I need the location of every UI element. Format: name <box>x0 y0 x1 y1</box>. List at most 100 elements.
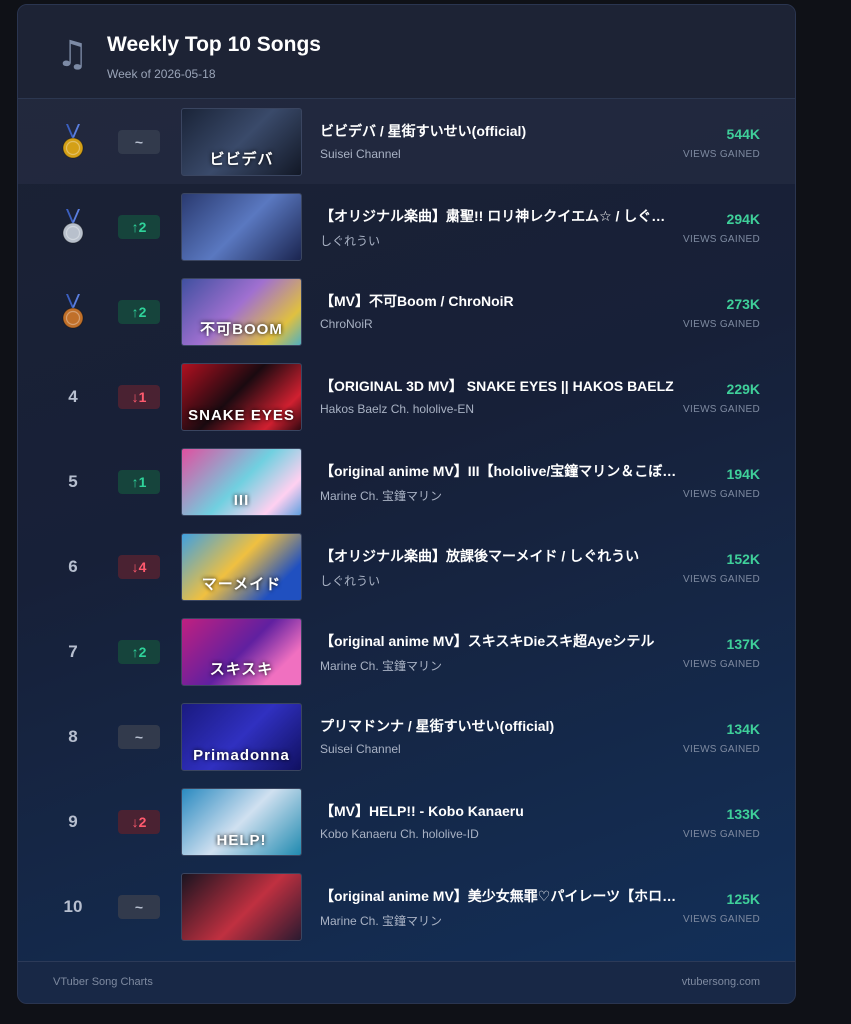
channel-name[interactable]: しぐれうい <box>320 232 380 249</box>
thumbnail-caption: SNAKE EYES <box>188 407 295 424</box>
song-row[interactable]: ~ ビビデバ ビビデバ / 星街すいせい(official) Suisei Chann… <box>18 99 795 184</box>
song-title-link[interactable]: 【オリジナル楽曲】放課後マーメイド / しぐれうい <box>320 546 678 566</box>
channel-name[interactable]: Marine Ch. 宝鐘マリン <box>320 487 442 504</box>
channel-name[interactable]: ChroNoiR <box>320 317 373 331</box>
channel-name[interactable]: Marine Ch. 宝鐘マリン <box>320 657 442 674</box>
views-gained-value: 137K <box>726 636 760 652</box>
thumbnail-caption: 不可BOOM <box>200 321 283 338</box>
views-gained-value: 152K <box>726 551 760 567</box>
song-thumbnail[interactable]: Primadonna <box>181 703 302 771</box>
music-note-icon: ♫ <box>56 34 89 75</box>
song-thumbnail[interactable] <box>181 873 302 941</box>
rank-change-badge: ↑1 <box>118 470 160 494</box>
rank-change-badge: ↓1 <box>118 385 160 409</box>
thumbnail-caption: Primadonna <box>193 747 290 764</box>
song-row[interactable]: ↑2 【オリジナル楽曲】粛聖!! ロリ神レクイエム☆ / しぐれうい（9さい） しぐ… <box>18 184 795 269</box>
views-gained-value: 194K <box>726 466 760 482</box>
views-gained-label: VIEWS GAINED <box>683 659 760 670</box>
views-gained-value: 134K <box>726 721 760 737</box>
gold-medal-icon <box>46 99 100 184</box>
song-row[interactable]: 6 ↓4 マーメイド 【オリジナル楽曲】放課後マーメイド / しぐれうい しぐれうい 15… <box>18 524 795 609</box>
song-row[interactable]: 9 ↓2 HELP! 【MV】HELP!! - Kobo Kanaeru Kobo Ka… <box>18 779 795 864</box>
channel-name[interactable]: Kobo Kanaeru Ch. hololive-ID <box>320 827 479 841</box>
page-title: Weekly Top 10 Songs <box>107 33 321 56</box>
card-footer: VTuber Song Charts vtubersong.com <box>18 961 795 1003</box>
song-thumbnail[interactable]: HELP! <box>181 788 302 856</box>
song-title-link[interactable]: プリマドンナ / 星街すいせい(official) <box>320 716 678 736</box>
song-thumbnail[interactable]: III <box>181 448 302 516</box>
song-row[interactable]: 5 ↑1 III 【original anime MV】III【hololive/宝鐘… <box>18 439 795 524</box>
thumbnail-caption: スキスキ <box>209 661 274 678</box>
rank-change-badge: ↑2 <box>118 215 160 239</box>
channel-name[interactable]: Hakos Baelz Ch. hololive-EN <box>320 402 474 416</box>
rank-number: 6 <box>68 556 78 576</box>
views-gained-label: VIEWS GAINED <box>683 404 760 415</box>
top-songs-card: ♫ Weekly Top 10 Songs Week of 2026-05-18… <box>17 4 796 1004</box>
views-gained-label: VIEWS GAINED <box>683 149 760 160</box>
rank-change-badge: ~ <box>118 130 160 154</box>
views-gained-label: VIEWS GAINED <box>683 319 760 330</box>
song-row[interactable]: 4 ↓1 SNAKE EYES 【ORIGINAL 3D MV】 SNAKE EYES… <box>18 354 795 439</box>
footer-brand: VTuber Song Charts <box>53 976 153 988</box>
song-thumbnail[interactable]: 不可BOOM <box>181 278 302 346</box>
footer-site-link[interactable]: vtubersong.com <box>682 976 760 988</box>
views-gained-label: VIEWS GAINED <box>683 489 760 500</box>
rank-change-badge: ↓2 <box>118 810 160 834</box>
song-row[interactable]: 7 ↑2 スキスキ 【original anime MV】スキスキDieスキ超Ayeシ… <box>18 609 795 694</box>
song-list: ~ ビビデバ ビビデバ / 星街すいせい(official) Suisei Chann… <box>18 99 795 949</box>
bronze-medal-icon <box>46 269 100 354</box>
song-title-link[interactable]: ビビデバ / 星街すいせい(official) <box>320 121 678 141</box>
song-row[interactable]: 8 ~ Primadonna プリマドンナ / 星街すいせい(official) Sui… <box>18 694 795 779</box>
views-gained-value: 229K <box>726 381 760 397</box>
views-gained-label: VIEWS GAINED <box>683 744 760 755</box>
song-title-link[interactable]: 【original anime MV】美少女無罪♡パイレーツ【ホロライブ/宝鐘マ… <box>320 886 678 906</box>
song-title-link[interactable]: 【original anime MV】III【hololive/宝鐘マリン＆こぼ… <box>320 461 678 481</box>
song-thumbnail[interactable]: SNAKE EYES <box>181 363 302 431</box>
song-title-link[interactable]: 【original anime MV】スキスキDieスキ超Ayeシテル <box>320 631 678 651</box>
thumbnail-caption: マーメイド <box>201 576 282 593</box>
card-header: ♫ Weekly Top 10 Songs Week of 2026-05-18 <box>18 5 795 99</box>
channel-name[interactable]: しぐれうい <box>320 572 380 589</box>
rank-change-badge: ↑2 <box>118 300 160 324</box>
rank-change-badge: ~ <box>118 895 160 919</box>
song-title-link[interactable]: 【オリジナル楽曲】粛聖!! ロリ神レクイエム☆ / しぐれうい（9さい） <box>320 206 678 226</box>
song-thumbnail[interactable] <box>181 193 302 261</box>
views-gained-value: 133K <box>726 806 760 822</box>
silver-medal-icon <box>46 184 100 269</box>
week-subtitle: Week of 2026-05-18 <box>107 67 216 81</box>
rank-number: 10 <box>63 896 83 916</box>
thumbnail-caption: III <box>233 492 250 509</box>
views-gained-value: 544K <box>726 126 760 142</box>
rank-change-badge: ↓4 <box>118 555 160 579</box>
views-gained-value: 125K <box>726 891 760 907</box>
views-gained-label: VIEWS GAINED <box>683 234 760 245</box>
channel-name[interactable]: Suisei Channel <box>320 147 401 161</box>
views-gained-label: VIEWS GAINED <box>683 914 760 925</box>
silver-medal-icon <box>62 208 84 243</box>
song-thumbnail[interactable]: スキスキ <box>181 618 302 686</box>
bronze-medal-icon <box>62 293 84 328</box>
views-gained-label: VIEWS GAINED <box>683 574 760 585</box>
song-thumbnail[interactable]: ビビデバ <box>181 108 302 176</box>
rank-change-badge: ~ <box>118 725 160 749</box>
thumbnail-caption: ビビデバ <box>209 151 274 168</box>
song-row[interactable]: ↑2 不可BOOM 【MV】不可Boom / ChroNoiR ChroNoiR 273… <box>18 269 795 354</box>
song-row[interactable]: 10 ~ 【original anime MV】美少女無罪♡パイレーツ【ホロライブ/… <box>18 864 795 949</box>
views-gained-value: 294K <box>726 211 760 227</box>
song-thumbnail[interactable]: マーメイド <box>181 533 302 601</box>
channel-name[interactable]: Marine Ch. 宝鐘マリン <box>320 912 442 929</box>
thumbnail-caption: HELP! <box>216 832 267 849</box>
song-title-link[interactable]: 【MV】HELP!! - Kobo Kanaeru <box>320 801 678 821</box>
channel-name[interactable]: Suisei Channel <box>320 742 401 756</box>
rank-number: 9 <box>68 811 78 831</box>
rank-number: 4 <box>68 386 78 406</box>
song-title-link[interactable]: 【MV】不可Boom / ChroNoiR <box>320 291 678 311</box>
rank-change-badge: ↑2 <box>118 640 160 664</box>
rank-number: 7 <box>68 641 78 661</box>
rank-number: 5 <box>68 471 78 491</box>
views-gained-label: VIEWS GAINED <box>683 829 760 840</box>
gold-medal-icon <box>62 123 84 158</box>
song-title-link[interactable]: 【ORIGINAL 3D MV】 SNAKE EYES || HAKOS BAE… <box>320 376 678 396</box>
views-gained-value: 273K <box>726 296 760 312</box>
rank-number: 8 <box>68 726 78 746</box>
